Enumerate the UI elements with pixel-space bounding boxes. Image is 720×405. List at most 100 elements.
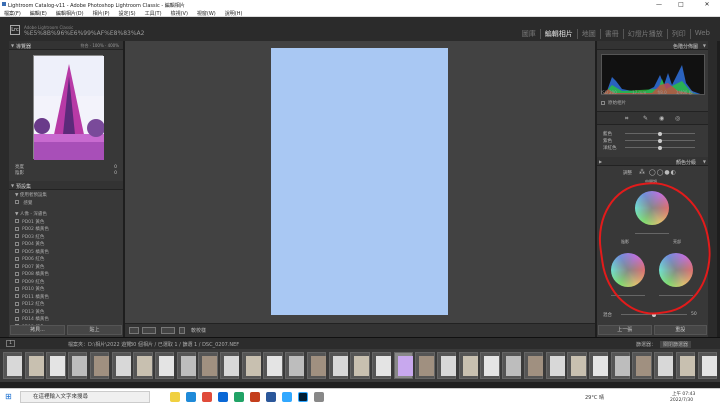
healing-brush-icon[interactable]: ✎ <box>643 115 648 122</box>
lightroom-taskbar-icon[interactable] <box>298 392 308 402</box>
filmstrip-thumbnail[interactable] <box>133 352 153 379</box>
taskbar-search[interactable]: 在這裡輸入文字來搜尋 <box>20 391 150 403</box>
slider-knob[interactable] <box>658 131 662 136</box>
filmstrip-thumbnail[interactable] <box>306 352 327 379</box>
module-slideshow[interactable]: 幻燈片播放 <box>622 29 667 39</box>
edge-icon[interactable] <box>186 392 196 402</box>
histogram[interactable] <box>601 54 705 95</box>
color-grading-view-buttons[interactable]: ⁂ ◯◯●◐ <box>639 169 677 176</box>
filmstrip-thumbnail[interactable] <box>371 352 392 379</box>
left-edge-toggle[interactable] <box>0 41 9 337</box>
copy-settings-button[interactable]: 拷貝... <box>10 325 65 335</box>
filmstrip-thumbnail[interactable] <box>393 352 413 379</box>
masking-icon[interactable]: ◎ <box>675 115 680 122</box>
filmstrip-thumbnail[interactable] <box>3 352 23 379</box>
before-after-icon[interactable] <box>142 327 156 334</box>
filmstrip-thumbnail[interactable] <box>111 352 131 379</box>
clock-date[interactable]: 2022/7/30 <box>670 398 693 403</box>
module-print[interactable]: 列印 <box>666 29 690 39</box>
navigator-zoom[interactable]: 符合 · 100% · 400% <box>81 43 120 49</box>
preset-item[interactable]: PD03 紅色 <box>15 234 115 242</box>
word-icon[interactable] <box>266 392 276 402</box>
color-grading-header[interactable]: ▶ 顏色分級 ▼ <box>597 157 708 166</box>
reset-button[interactable]: 重設 <box>653 325 707 335</box>
menu-tools[interactable]: 工具(T) <box>141 9 167 17</box>
preset-item[interactable]: PD08 橘黃色 <box>15 271 115 279</box>
filmstrip-thumbnail[interactable] <box>545 352 565 379</box>
filmstrip-thumbnail[interactable] <box>46 352 66 379</box>
filmstrip-thumbnail[interactable] <box>198 352 218 379</box>
folder-source[interactable]: 檔案夾：D:\相片\2022 遊覽 <box>68 341 131 348</box>
preset-item[interactable]: PD05 橘黃色 <box>15 249 115 257</box>
preset-item[interactable]: PD13 黃色 <box>15 309 115 317</box>
filmstrip-thumbnail[interactable] <box>285 352 305 379</box>
windows-start-icon[interactable]: ⊞ <box>5 392 12 401</box>
original-photo-toggle[interactable]: 原始相片 <box>601 100 626 106</box>
menu-help[interactable]: 說明(H) <box>221 9 248 17</box>
filmstrip-thumbnail[interactable] <box>350 352 370 379</box>
minimize-button[interactable]: — <box>648 0 670 9</box>
navigator-preview[interactable] <box>33 55 105 160</box>
menu-photo[interactable]: 相片(P) <box>89 9 115 17</box>
preset-item[interactable]: PD14 橘黃色 <box>15 316 115 324</box>
menu-window[interactable]: 視窗(W) <box>193 9 221 17</box>
filmstrip-thumbnail[interactable] <box>458 352 479 379</box>
weather-widget[interactable]: 29°C 晴 <box>585 394 604 401</box>
navigator-header[interactable]: ▼ 導覽器 符合 · 100% · 400% <box>9 41 123 50</box>
preset-item[interactable]: PD12 紅色 <box>15 301 115 309</box>
preset-item[interactable]: PD06 紅色 <box>15 256 115 264</box>
settings-icon[interactable] <box>314 392 324 402</box>
secondary-window-icon[interactable]: 1 <box>6 340 15 347</box>
slider-knob[interactable] <box>658 145 662 150</box>
filmstrip-thumbnail[interactable] <box>610 352 630 379</box>
menu-edit[interactable]: 編輯(E) <box>26 9 52 17</box>
soft-proof-checkbox[interactable] <box>179 327 185 334</box>
filmstrip-thumbnail[interactable] <box>632 352 652 379</box>
mail-icon[interactable] <box>218 392 228 402</box>
filmstrip-thumbnail[interactable] <box>220 352 240 379</box>
develop-photo[interactable] <box>271 48 448 315</box>
previous-button[interactable]: 上一張 <box>598 325 652 335</box>
filmstrip-thumbnail[interactable] <box>68 352 88 379</box>
module-map[interactable]: 地圖 <box>576 29 600 39</box>
module-develop[interactable]: 編輯相片 <box>539 29 577 39</box>
compare-icon[interactable] <box>161 327 175 334</box>
chrome-icon[interactable] <box>202 392 212 402</box>
module-web[interactable]: Web <box>689 29 714 39</box>
menu-view[interactable]: 檢視(V) <box>167 9 193 17</box>
filmstrip[interactable] <box>0 349 720 382</box>
loupe-view-icon[interactable] <box>129 327 139 334</box>
crop-tool-icon[interactable]: ⌗ <box>625 115 628 123</box>
close-button[interactable]: ✕ <box>696 0 718 9</box>
filmstrip-thumbnail[interactable] <box>480 352 500 379</box>
filmstrip-thumbnail[interactable] <box>154 352 175 379</box>
maximize-button[interactable]: □ <box>670 0 692 9</box>
menu-file[interactable]: 檔案(F) <box>0 9 26 17</box>
paste-settings-button[interactable]: 貼上 <box>67 325 122 335</box>
filmstrip-thumbnail[interactable] <box>697 352 717 379</box>
filmstrip-thumbnail[interactable] <box>588 352 609 379</box>
image-canvas[interactable] <box>125 41 595 323</box>
red-eye-icon[interactable]: ◉ <box>659 115 664 122</box>
slider-knob[interactable] <box>658 138 662 143</box>
clock-time[interactable]: 上午 07:43 <box>672 391 695 397</box>
right-edge-toggle[interactable] <box>708 41 717 337</box>
module-book[interactable]: 書冊 <box>599 29 623 39</box>
histogram-header[interactable]: 色階分佈圖 ▼ <box>597 41 708 50</box>
preset-group[interactable]: ▼ 人像 - 深膚色 <box>15 211 115 219</box>
preset-item[interactable]: PD07 黃色 <box>15 264 115 272</box>
filmstrip-thumbnail[interactable] <box>89 352 110 379</box>
preset-item[interactable]: PD01 黃色 <box>15 219 115 227</box>
filmstrip-thumbnail[interactable] <box>654 352 674 379</box>
filmstrip-thumbnail[interactable] <box>523 352 544 379</box>
filmstrip-thumbnail[interactable] <box>437 352 457 379</box>
filmstrip-thumbnail[interactable] <box>241 352 262 379</box>
filmstrip-thumbnail[interactable] <box>415 352 435 379</box>
file-explorer-icon[interactable] <box>170 392 180 402</box>
filter-dropdown[interactable]: 關閉篩選器 <box>660 341 692 348</box>
filmstrip-thumbnail[interactable] <box>263 352 283 379</box>
preset-item[interactable]: 感覺 <box>15 200 115 208</box>
preset-item[interactable]: PD04 黃色 <box>15 241 115 249</box>
module-library[interactable]: 圖庫 <box>518 29 540 39</box>
filmstrip-thumbnail[interactable] <box>567 352 587 379</box>
